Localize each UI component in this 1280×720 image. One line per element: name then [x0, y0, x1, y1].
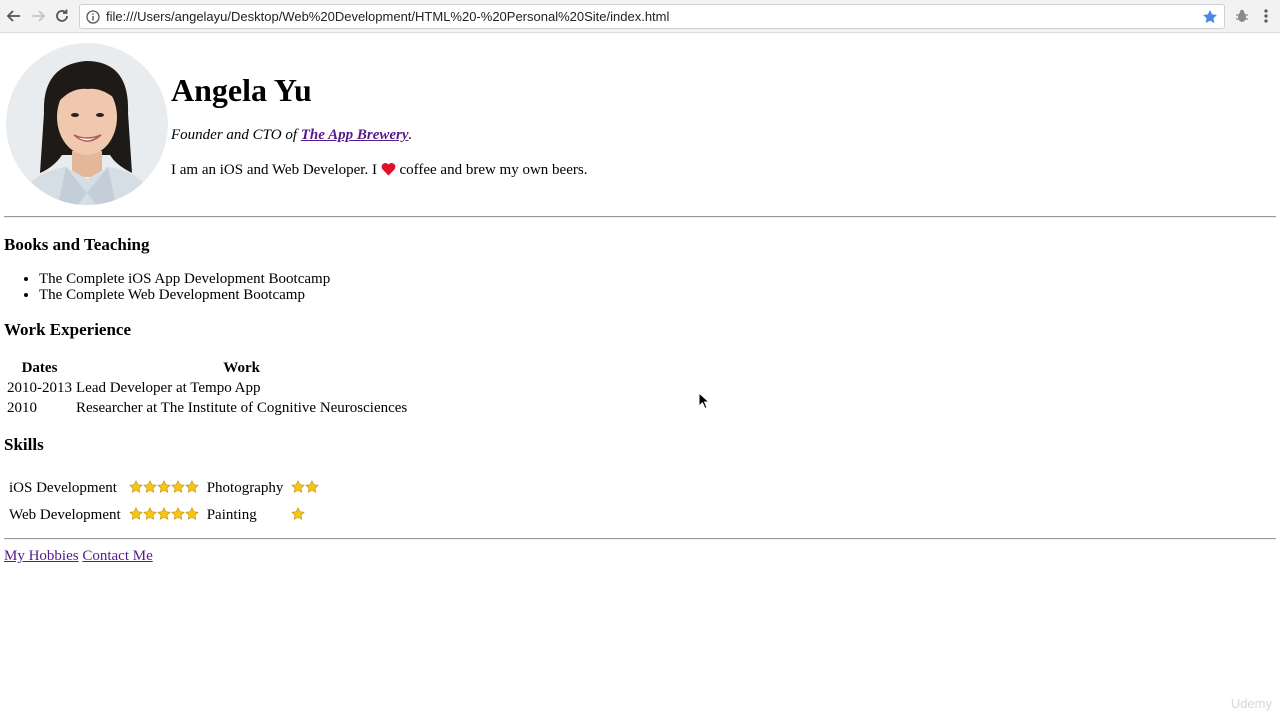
table-header-dates: Dates — [21, 360, 58, 376]
table-row: 2010-2013 Lead Developer at Tempo App — [6, 379, 408, 397]
address-bar[interactable]: file:///Users/angelayu/Desktop/Web%20Dev… — [79, 4, 1225, 29]
page-title: Angela Yu — [171, 72, 312, 108]
web-page: Angela Yu Founder and CTO of The App Bre… — [0, 34, 1280, 720]
reload-icon — [56, 9, 68, 22]
arrow-right-icon — [32, 10, 46, 22]
tagline-suffix: . — [408, 127, 413, 143]
more-menu-icon[interactable] — [1258, 8, 1274, 24]
table-header-row: Dates Work — [6, 359, 408, 377]
browser-toolbar: file:///Users/angelayu/Desktop/Web%20Dev… — [0, 0, 1280, 33]
skill-stars — [288, 476, 322, 501]
tagline: Founder and CTO of The App Brewery. — [171, 125, 412, 145]
skill-label: Photography — [206, 480, 284, 496]
footer-links: My Hobbies Contact Me — [4, 546, 153, 566]
star-icon — [184, 480, 199, 493]
work-table: Dates Work 2010-2013 Lead Developer at T… — [4, 357, 410, 419]
about-suffix: coffee and brew my own beers. — [395, 162, 588, 178]
skills-heading: Skills — [4, 435, 44, 454]
contact-link[interactable]: Contact Me — [82, 548, 152, 564]
star-icon — [156, 507, 171, 520]
star-icon — [142, 507, 157, 520]
reload-button[interactable] — [52, 6, 72, 26]
star-icon — [170, 507, 185, 520]
star-icon — [305, 480, 320, 493]
star-icon — [170, 480, 185, 493]
list-item: The Complete Web Development Bootcamp — [39, 287, 330, 303]
skill-label: iOS Development — [9, 480, 117, 496]
about-text: I am an iOS and Web Developer. I coffee … — [171, 160, 587, 180]
info-icon[interactable] — [86, 9, 100, 24]
table-row: iOS Development Photography — [6, 476, 322, 501]
extension-bug-icon[interactable] — [1234, 8, 1250, 24]
table-cell-work: Researcher at The Institute of Cognitive… — [76, 400, 408, 416]
hobbies-link[interactable]: My Hobbies — [4, 548, 79, 564]
divider-top — [4, 216, 1276, 218]
table-cell-date: 2010-2013 — [7, 380, 72, 396]
heart-icon — [381, 163, 396, 176]
arrow-left-icon — [6, 10, 20, 22]
skills-table: iOS Development Photography Web Developm… — [4, 474, 324, 530]
work-heading: Work Experience — [4, 320, 132, 339]
skill-label: Web Development — [9, 507, 121, 523]
skill-stars — [126, 503, 202, 528]
back-button[interactable] — [4, 6, 24, 26]
watermark-text: Udemy — [1230, 696, 1272, 711]
forward-button[interactable] — [28, 6, 48, 26]
mouse-cursor-icon — [698, 392, 710, 410]
books-heading: Books and Teaching — [4, 235, 150, 254]
table-header-work: Work — [223, 360, 260, 376]
tagline-prefix: Founder and CTO of — [171, 127, 301, 143]
table-row: 2010 Researcher at The Institute of Cogn… — [6, 399, 408, 417]
star-icon — [184, 507, 199, 520]
portrait-image — [6, 43, 168, 205]
bookmark-star-icon[interactable] — [1202, 9, 1218, 25]
table-cell-work: Lead Developer at Tempo App — [76, 380, 261, 396]
star-icon — [128, 480, 143, 493]
company-link[interactable]: The App Brewery — [301, 127, 409, 143]
star-icon — [291, 507, 306, 520]
url-text[interactable]: file:///Users/angelayu/Desktop/Web%20Dev… — [106, 9, 669, 24]
skill-stars — [288, 503, 322, 528]
star-icon — [142, 480, 157, 493]
table-cell-date: 2010 — [7, 400, 37, 416]
divider-bottom — [4, 538, 1276, 540]
books-list: The Complete iOS App Development Bootcam… — [4, 271, 330, 303]
table-row: Web Development Painting — [6, 503, 322, 528]
profile-photo — [6, 43, 168, 205]
skill-label: Painting — [206, 507, 257, 523]
list-item: The Complete iOS App Development Bootcam… — [39, 271, 330, 287]
star-icon — [156, 480, 171, 493]
about-prefix: I am an iOS and Web Developer. I — [171, 162, 381, 178]
star-icon — [128, 507, 143, 520]
skill-stars — [126, 476, 202, 501]
star-icon — [291, 480, 306, 493]
